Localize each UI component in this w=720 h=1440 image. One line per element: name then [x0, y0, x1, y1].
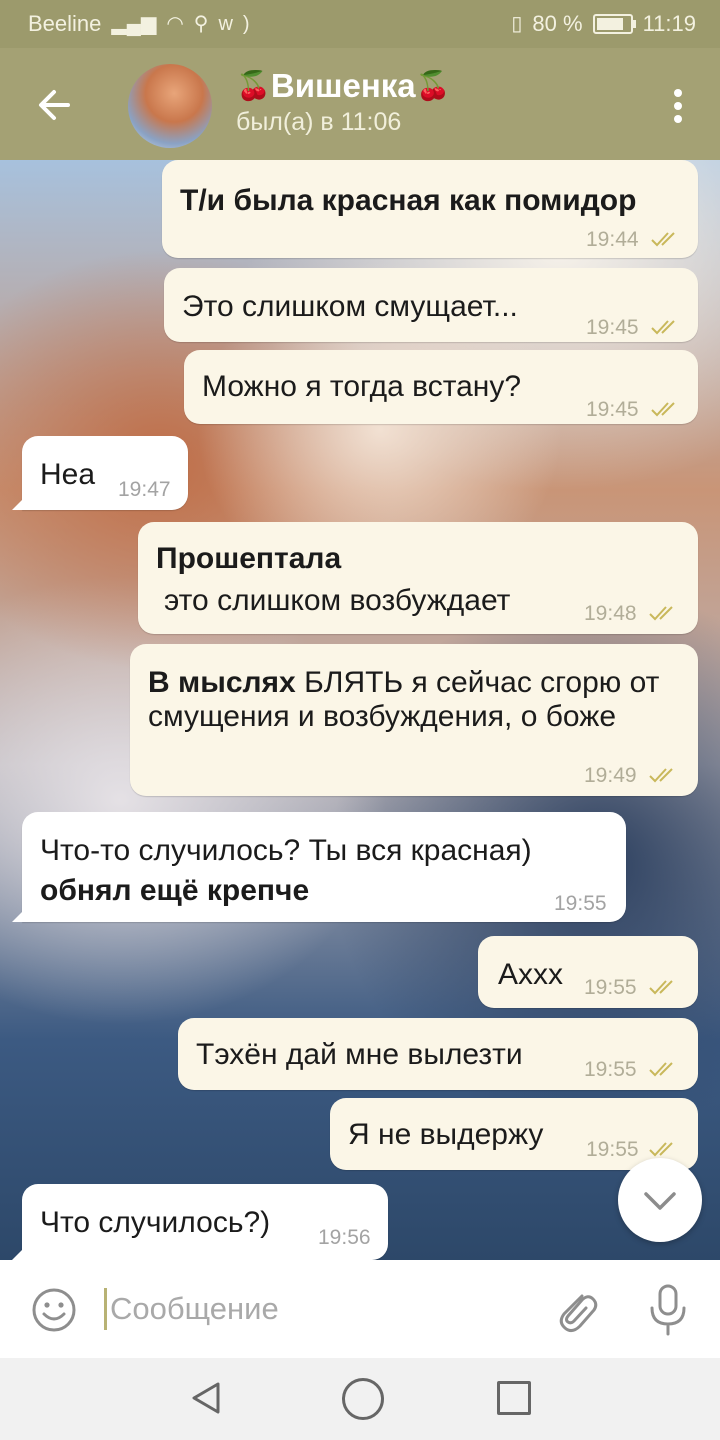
chat-area[interactable]: Т/и была красная как помидор 19:44 Это с…	[0, 160, 720, 1260]
vibrate-icon: ▯	[511, 13, 523, 35]
text-caret	[104, 1288, 107, 1330]
message-text: Что-то случилось? Ты вся красная)	[40, 834, 532, 867]
double-check-icon	[649, 980, 673, 995]
nav-home-icon[interactable]	[342, 1378, 384, 1420]
chat-title-text: Вишенка	[270, 67, 416, 104]
status-bar: Beeline ▂▄▆ ◠ ⚲ w ) ▯ 80 % 11:19	[0, 0, 720, 48]
message-text: Что случилось?)	[40, 1206, 271, 1239]
message-time: 19:48	[584, 602, 637, 625]
message-text: Аххх	[498, 958, 564, 991]
vk-icon: w	[218, 13, 233, 35]
chat-title: 🍒 Вишенка 🍒	[236, 66, 451, 106]
double-check-icon	[649, 1062, 673, 1077]
smiley-icon[interactable]	[30, 1286, 78, 1334]
message-time: 19:55	[584, 1058, 637, 1081]
arrow-left-icon[interactable]	[32, 82, 78, 128]
wifi-icon: ◠	[166, 13, 184, 35]
system-nav-bar	[0, 1358, 720, 1440]
message-composer	[0, 1260, 720, 1358]
message-input[interactable]	[108, 1282, 532, 1336]
message-text: Это слишком смущает...	[182, 290, 518, 323]
nav-back-icon[interactable]	[186, 1378, 226, 1418]
message-bubble-outgoing[interactable]: Тэхён дай мне вылезти 19:55	[178, 1018, 698, 1090]
message-text: это слишком возбуждает	[164, 584, 511, 617]
message-time: 19:55	[554, 892, 607, 915]
avatar[interactable]	[128, 64, 212, 148]
paperclip-icon[interactable]	[552, 1284, 600, 1336]
message-time: 19:44	[586, 228, 639, 251]
battery-icon	[592, 14, 636, 34]
rss-icon: )	[242, 13, 250, 35]
message-bubble-incoming[interactable]: Неа 19:47	[12, 436, 188, 510]
message-time: 19:45	[586, 316, 639, 339]
message-bubble-outgoing[interactable]: Это слишком смущает... 19:45	[164, 268, 698, 342]
message-bubble-outgoing[interactable]: Т/и была красная как помидор 19:44	[162, 160, 698, 258]
carrier-label: Beeline	[28, 11, 102, 36]
message-time: 19:47	[118, 478, 171, 501]
double-check-icon	[651, 402, 675, 417]
message-bubble-incoming[interactable]: Что-то случилось? Ты вся красная) обнял …	[12, 812, 626, 922]
message-bold-text: обнял ещё крепче	[40, 874, 310, 907]
message-bubble-outgoing[interactable]: Прошептала это слишком возбуждает 19:48	[138, 522, 698, 634]
search-icon: ⚲	[193, 13, 209, 35]
double-check-icon	[649, 768, 673, 783]
microphone-icon[interactable]	[646, 1282, 690, 1338]
clock: 11:19	[642, 11, 696, 36]
double-check-icon	[651, 232, 675, 247]
message-time: 19:49	[584, 764, 637, 787]
chat-header: 🍒 Вишенка 🍒 был(а) в 11:06	[0, 48, 720, 160]
message-text: Неа	[40, 458, 96, 491]
double-check-icon	[649, 606, 673, 621]
message-bold-text: Прошептала	[156, 542, 342, 575]
battery-percent: 80 %	[532, 11, 583, 36]
signal-icon: ▂▄▆	[111, 13, 157, 35]
message-bubble-outgoing[interactable]: Можно я тогда встану? 19:45	[184, 350, 698, 424]
message-bubble-outgoing[interactable]: Аххх 19:55	[478, 936, 698, 1008]
more-vertical-icon[interactable]	[666, 86, 690, 126]
message-text: В мыслях БЛЯТЬ я сейчас сгорю от смущени…	[148, 666, 678, 734]
message-time: 19:56	[318, 1226, 371, 1249]
message-time: 19:45	[586, 398, 639, 421]
chevron-down-icon	[644, 1192, 676, 1210]
message-time: 19:55	[584, 976, 637, 999]
message-bubble-outgoing[interactable]: В мыслях БЛЯТЬ я сейчас сгорю от смущени…	[130, 644, 698, 796]
double-check-icon	[651, 320, 675, 335]
cherry-icon: 🍒	[415, 70, 451, 101]
message-text: Тэхён дай мне вылезти	[196, 1038, 523, 1071]
last-seen-status: был(а) в 11:06	[236, 108, 402, 136]
message-text: Я не выдержу	[348, 1118, 544, 1151]
message-text: Т/и была красная как помидор	[180, 184, 637, 217]
scroll-down-button[interactable]	[618, 1158, 702, 1242]
message-text: Можно я тогда встану?	[202, 370, 522, 403]
chat-title-block[interactable]: 🍒 Вишенка 🍒 был(а) в 11:06	[236, 66, 451, 137]
message-bubble-incoming[interactable]: Что случилось?) 19:56	[12, 1184, 388, 1260]
message-bold-text: В мыслях	[148, 666, 296, 699]
cherry-icon: 🍒	[236, 70, 271, 101]
double-check-icon	[649, 1142, 673, 1157]
nav-recents-icon[interactable]	[497, 1381, 531, 1415]
